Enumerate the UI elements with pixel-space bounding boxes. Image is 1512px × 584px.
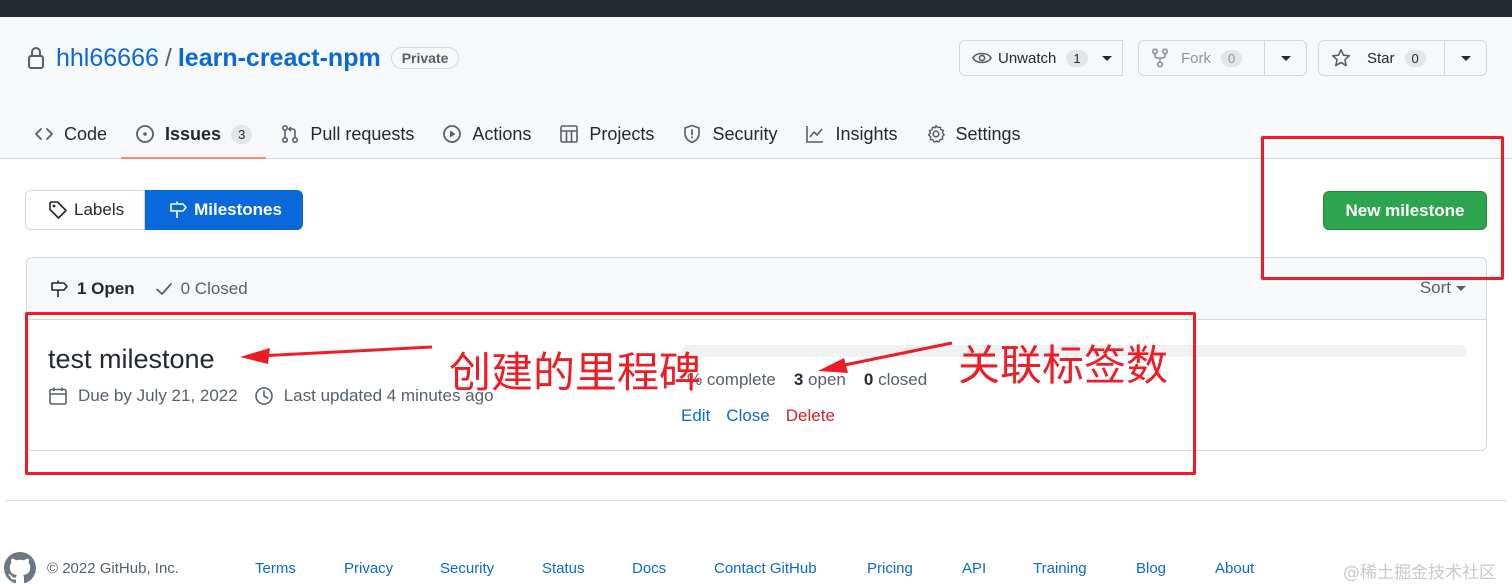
tab-pull-requests[interactable]: Pull requests [266, 110, 428, 158]
shield-icon [684, 124, 701, 144]
closed-milestones-filter[interactable]: 0 Closed [155, 279, 248, 299]
footer-link-status[interactable]: Status [542, 560, 585, 577]
fork-button[interactable]: Fork 0 [1138, 40, 1265, 76]
star-icon [1331, 49, 1351, 67]
table-icon [560, 125, 579, 143]
tag-icon [49, 201, 67, 219]
repo-name-link[interactable]: learn-creact-npm [178, 44, 381, 73]
footer-link-training[interactable]: Training [1033, 560, 1087, 577]
play-icon [443, 125, 462, 143]
watch-count: 1 [1066, 49, 1088, 67]
tab-code[interactable]: Code [20, 110, 121, 158]
watermark-text: @稀土掘金技术社区 [1343, 563, 1496, 583]
labels-milestones-switch: Labels Milestones [25, 190, 303, 230]
chevron-down-icon [1460, 55, 1471, 61]
issue-opened-icon [136, 125, 154, 143]
git-pull-request-icon [282, 124, 299, 144]
footer-divider [5, 500, 1507, 501]
star-count: 0 [1404, 49, 1426, 67]
footer-link-pricing[interactable]: Pricing [867, 560, 913, 577]
sort-dropdown[interactable]: Sort [1420, 278, 1466, 298]
unwatch-label: Unwatch [998, 49, 1057, 67]
milestone-icon [51, 280, 68, 297]
lock-icon [28, 47, 44, 69]
closed-count-label: 0 Closed [180, 278, 248, 298]
repo-owner-link[interactable]: hhl66666 [56, 44, 159, 73]
copyright-text: © 2022 GitHub, Inc. [47, 560, 179, 577]
milestone-icon [170, 201, 187, 218]
labels-label: Labels [74, 200, 125, 219]
tab-settings[interactable]: Settings [912, 110, 1035, 158]
tab-label: Insights [835, 123, 898, 144]
unwatch-button[interactable]: Unwatch 1 [959, 40, 1123, 76]
annotation-linked-labels: 关联标签数 [958, 341, 1169, 390]
chevron-down-icon [1456, 285, 1466, 291]
milestones-label: Milestones [194, 200, 282, 219]
tab-label: Code [64, 123, 108, 144]
tab-security[interactable]: Security [668, 110, 791, 158]
chevron-down-icon [1101, 55, 1112, 61]
annotation-created-milestone: 创建的里程碑 [449, 348, 702, 397]
chevron-down-icon [1280, 55, 1291, 61]
repo-forked-icon [1151, 48, 1169, 68]
repo-title: hhl66666 / learn-creact-npm Private [26, 43, 460, 73]
repo-separator: / [164, 43, 172, 72]
footer-link-contact[interactable]: Contact GitHub [714, 560, 817, 577]
milestones-link[interactable]: Milestones [145, 190, 303, 230]
footer-link-about[interactable]: About [1215, 560, 1254, 577]
site-footer: © 2022 GitHub, Inc. Terms Privacy Securi… [0, 550, 1512, 584]
tab-label: Security [712, 123, 778, 144]
repo-tabs: Code Issues 3 Pull requests Actions Proj… [20, 110, 1035, 159]
fork-count: 0 [1221, 49, 1243, 67]
tab-actions[interactable]: Actions [428, 110, 545, 158]
tab-label: Settings [955, 123, 1021, 144]
watch-button-group: Unwatch 1 [959, 40, 1123, 76]
fork-label: Fork [1181, 49, 1211, 67]
tab-projects[interactable]: Projects [545, 110, 668, 158]
tab-label: Actions [472, 123, 532, 144]
eye-icon [972, 52, 992, 64]
star-button-group: Star 0 [1318, 40, 1487, 76]
tab-insights[interactable]: Insights [791, 110, 911, 158]
gear-icon [927, 124, 945, 143]
tab-label: Issues [165, 123, 222, 144]
footer-link-blog[interactable]: Blog [1136, 560, 1166, 577]
open-milestones-filter[interactable]: 1 Open [49, 279, 135, 299]
footer-link-terms[interactable]: Terms [255, 560, 296, 577]
footer-link-docs[interactable]: Docs [632, 560, 666, 577]
star-label: Star [1367, 49, 1395, 67]
fork-button-group: Fork 0 [1138, 40, 1307, 76]
star-button[interactable]: Star 0 [1318, 40, 1445, 76]
footer-link-security[interactable]: Security [440, 560, 494, 577]
check-icon [155, 282, 172, 295]
footer-link-api[interactable]: API [962, 560, 986, 577]
global-header-bar [0, 0, 1512, 17]
star-dropdown-button[interactable] [1445, 40, 1487, 76]
annotation-box-new-milestone [1261, 136, 1504, 280]
code-icon [35, 128, 53, 140]
fork-dropdown-button[interactable] [1265, 40, 1307, 76]
sort-label: Sort [1419, 278, 1451, 297]
open-count-label: 1 Open [77, 278, 135, 298]
tab-label: Projects [589, 123, 655, 144]
visibility-badge: Private [390, 47, 460, 69]
footer-link-privacy[interactable]: Privacy [344, 560, 393, 577]
github-mark-icon[interactable] [4, 552, 36, 584]
tab-issues[interactable]: Issues 3 [121, 110, 267, 159]
graph-icon [806, 126, 824, 143]
labels-link[interactable]: Labels [25, 190, 146, 230]
tab-label: Pull requests [310, 123, 415, 144]
issues-count-badge: 3 [231, 124, 253, 144]
